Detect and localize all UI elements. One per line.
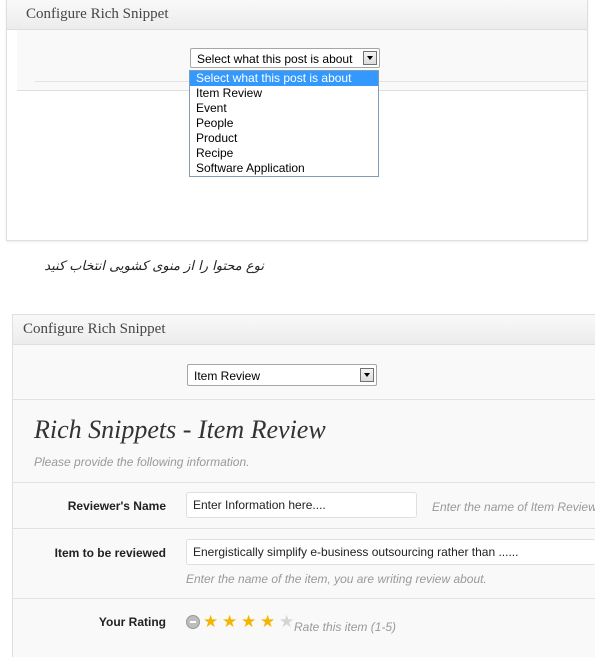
dropdown-option-software-application[interactable]: Software Application (190, 161, 378, 176)
star-icon[interactable]: ★ (279, 613, 294, 631)
star-icon[interactable]: ★ (260, 613, 275, 631)
item-reviewed-label: Item to be reviewed (54, 546, 166, 560)
divider (13, 399, 595, 400)
rating-label: Your Rating (98, 615, 166, 629)
panel-title: Configure Rich Snippet (13, 315, 595, 345)
rating-hint: Rate this item (1-5) (294, 620, 397, 634)
dropdown-option-select[interactable]: Select what this post is about (190, 71, 378, 86)
reviewer-name-label: Reviewer's Name (67, 499, 166, 513)
reviewer-name-input[interactable]: Enter Information here.... (186, 492, 417, 518)
dropdown-option-item-review[interactable]: Item Review (190, 86, 378, 101)
chevron-down-icon[interactable] (360, 368, 374, 382)
clear-rating-icon[interactable] (186, 615, 200, 629)
divider (13, 482, 595, 483)
chevron-down-icon[interactable] (363, 51, 377, 65)
divider (13, 528, 595, 529)
select-value: Item Review (194, 369, 261, 383)
section-subheading: Please provide the following information… (34, 455, 250, 469)
dropdown-option-recipe[interactable]: Recipe (190, 146, 378, 161)
star-icon[interactable]: ★ (203, 613, 218, 631)
section-heading: Rich Snippets - Item Review (34, 415, 326, 444)
reviewer-name-hint: Enter the name of Item Reviewer (432, 500, 595, 514)
divider (13, 598, 595, 599)
item-reviewed-hint: Enter the name of the item, you are writ… (186, 572, 487, 586)
dropdown-list[interactable]: Select what this post is about Item Revi… (189, 70, 379, 177)
configure-panel-bottom: Configure Rich Snippet Item Review Rich … (12, 314, 595, 657)
select-value: Select what this post is about (197, 52, 353, 66)
panel-title: Configure Rich Snippet (7, 0, 587, 30)
caption: نوع محتوا را از منوی کشویی انتخاب کنید (44, 259, 264, 274)
star-icon[interactable]: ★ (222, 613, 237, 631)
post-type-select[interactable]: Item Review (187, 364, 377, 386)
dropdown-option-event[interactable]: Event (190, 101, 378, 116)
star-icon[interactable]: ★ (241, 613, 256, 631)
item-reviewed-input[interactable]: Energistically simplify e-business outso… (186, 539, 595, 565)
dropdown-option-people[interactable]: People (190, 116, 378, 131)
dropdown-option-product[interactable]: Product (190, 131, 378, 146)
post-type-select[interactable]: Select what this post is about (190, 48, 380, 68)
